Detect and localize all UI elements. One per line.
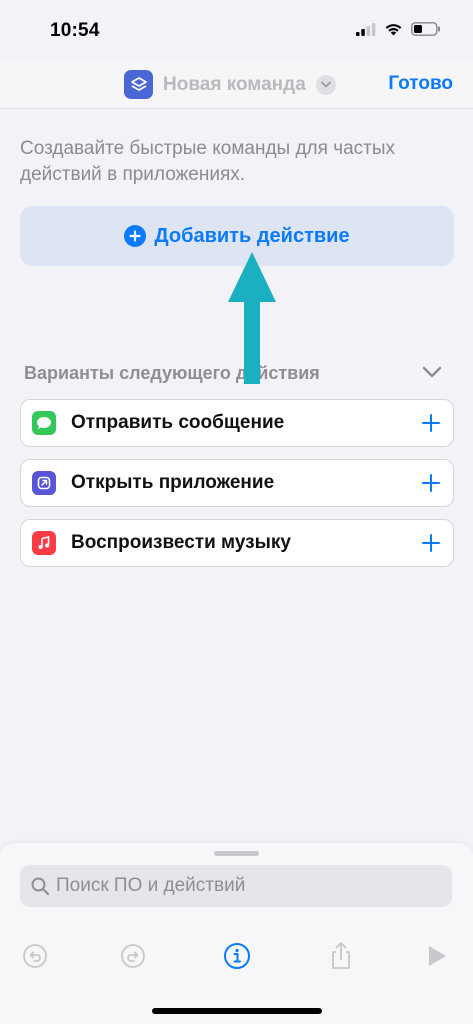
annotation-arrow-icon [228, 252, 276, 384]
play-icon [429, 946, 446, 966]
status-time: 10:54 [50, 20, 100, 41]
chevron-down-icon [422, 366, 442, 378]
editor-toolbar [0, 933, 473, 983]
add-action-label: Добавить действие [154, 224, 350, 247]
sheet-grabber[interactable] [214, 851, 259, 856]
shortcut-title-button[interactable]: Новая команда [124, 70, 336, 99]
chevron-down-icon [315, 74, 336, 95]
page-title: Новая команда [163, 73, 306, 95]
action-search-sheet: Поиск ПО и действий [0, 843, 473, 1024]
shortcuts-app-icon [124, 70, 153, 99]
suggestion-send-message[interactable]: Отправить сообщение [20, 399, 454, 447]
share-button[interactable] [326, 941, 356, 971]
home-indicator [152, 1008, 322, 1014]
music-icon [32, 531, 56, 555]
nav-bar: Новая команда Готово [0, 62, 473, 109]
suggestion-label: Открыть приложение [71, 472, 275, 493]
cellular-signal-icon [356, 22, 376, 36]
search-input[interactable]: Поиск ПО и действий [20, 865, 452, 907]
undo-button[interactable] [20, 941, 50, 971]
suggestion-label: Отправить сообщение [71, 412, 285, 433]
add-icon[interactable] [421, 533, 441, 553]
info-button[interactable] [222, 941, 252, 971]
undo-icon [23, 944, 47, 968]
redo-button[interactable] [118, 941, 148, 971]
suggestion-label: Воспроизвести музыку [71, 532, 291, 553]
add-icon[interactable] [421, 413, 441, 433]
redo-icon [121, 944, 145, 968]
plus-circle-icon [124, 225, 147, 247]
search-placeholder: Поиск ПО и действий [56, 875, 246, 896]
wifi-icon [385, 24, 402, 36]
add-icon[interactable] [421, 473, 441, 493]
status-bar: 10:54 [0, 0, 473, 62]
done-button[interactable]: Готово [388, 73, 453, 95]
open-app-icon [32, 471, 56, 495]
suggestion-play-music[interactable]: Воспроизвести музыку [20, 519, 454, 567]
info-icon [224, 943, 250, 969]
intro-text: Создавайте быстрые команды для частых де… [20, 138, 396, 185]
messages-icon [32, 411, 56, 435]
battery-icon [411, 22, 440, 36]
status-icons [356, 22, 441, 36]
share-icon [332, 942, 350, 969]
search-icon [31, 877, 50, 896]
suggestion-open-app[interactable]: Открыть приложение [20, 459, 454, 507]
run-button[interactable] [422, 941, 452, 971]
